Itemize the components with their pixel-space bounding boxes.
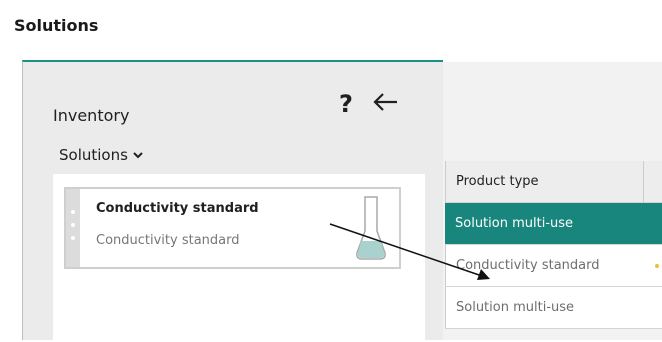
help-icon[interactable]: ? (339, 90, 353, 118)
top-bar (0, 0, 662, 60)
column-header-product-type: Product type (456, 174, 539, 189)
filter-label: Solutions (59, 146, 128, 164)
status-dot (655, 264, 659, 268)
table-cell: Conductivity standard (456, 258, 600, 273)
table-cell: Solution multi-use (455, 216, 574, 231)
drag-handle[interactable] (66, 189, 80, 267)
flask-icon (356, 196, 386, 260)
table-row[interactable]: Solution multi-use (445, 287, 662, 329)
table-cell: Solution multi-use (456, 300, 575, 315)
solution-card-subtitle: Conductivity standard (96, 233, 240, 248)
table-row-selected[interactable]: Solution multi-use (445, 203, 662, 245)
solutions-filter-dropdown[interactable]: Solutions (59, 146, 144, 164)
solution-card[interactable]: Conductivity standard Conductivity stand… (64, 187, 401, 269)
table-row[interactable]: Conductivity standard (445, 245, 662, 287)
inventory-panel: Inventory ? Solutions Conductivity stand… (22, 60, 443, 342)
column-divider[interactable] (643, 161, 644, 202)
table-header[interactable]: Product type (445, 161, 662, 203)
solutions-list: Conductivity standard Conductivity stand… (53, 174, 425, 342)
page-title: Solutions (14, 16, 99, 35)
product-table: Product type Solution multi-use Conducti… (445, 161, 662, 329)
solution-card-title: Conductivity standard (96, 201, 259, 216)
panel-title: Inventory (53, 106, 130, 125)
chevron-down-icon (133, 152, 143, 159)
back-arrow-icon[interactable] (371, 90, 401, 114)
